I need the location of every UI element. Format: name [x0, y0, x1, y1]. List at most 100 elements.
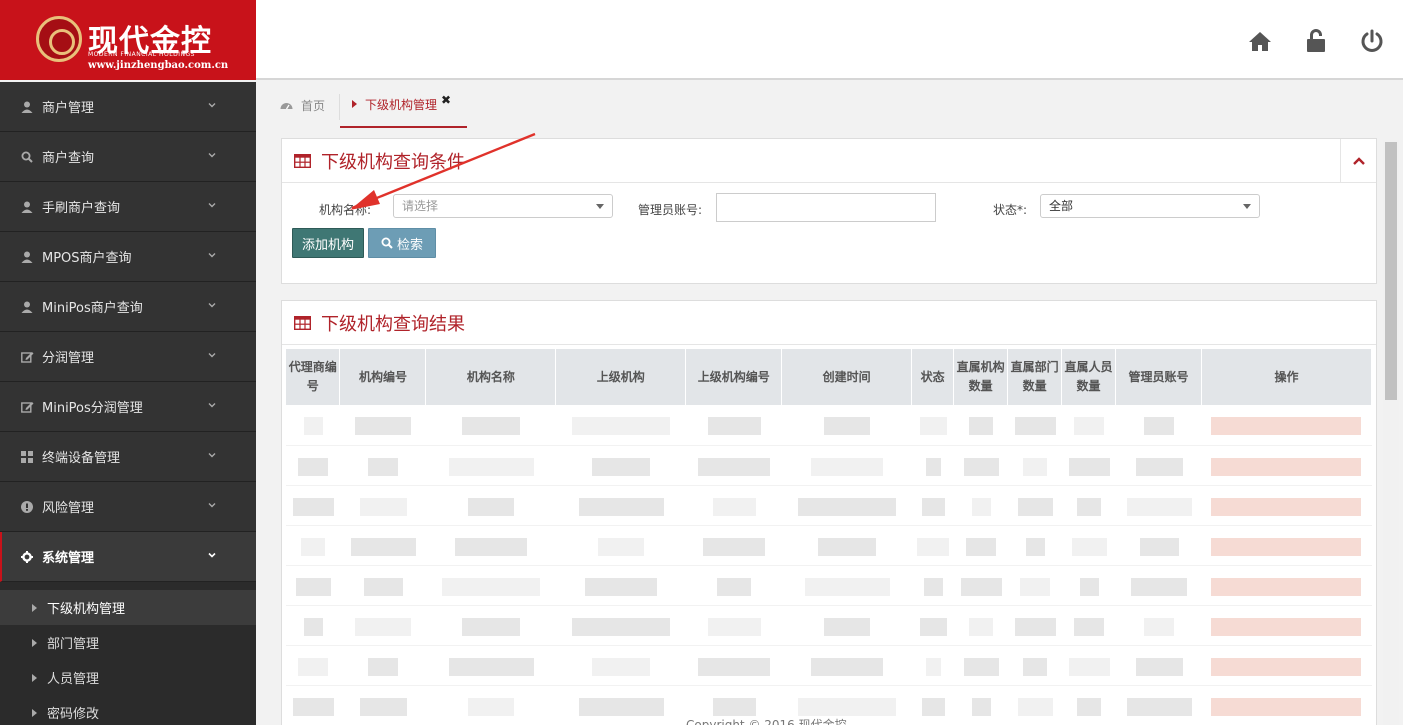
tab-sub-org-mgmt[interactable]: 下级机构管理 ✖	[340, 82, 467, 128]
dropdown-caret-icon	[1243, 204, 1251, 209]
sidebar-item-label: 分润管理	[42, 351, 95, 366]
redacted-block	[350, 537, 416, 556]
column-header[interactable]: 创建时间	[781, 349, 913, 405]
table-row	[286, 525, 1372, 566]
redacted-block	[1143, 617, 1174, 636]
sidebar-item-label: MPOS商户查询	[42, 251, 132, 266]
table-cell	[555, 405, 686, 446]
redacted-block	[968, 417, 993, 435]
table-cell	[339, 405, 426, 446]
table-cell	[339, 605, 426, 646]
sidebar-item-mpos-merchant-query[interactable]: MPOS商户查询	[0, 232, 256, 282]
table-cell	[425, 565, 556, 606]
sidebar-item-terminal-device-mgmt[interactable]: 终端设备管理	[0, 432, 256, 482]
sidebar-item-merchant-mgmt[interactable]: 商户管理	[0, 82, 256, 132]
table-cell	[781, 605, 912, 646]
table-cell	[1115, 565, 1202, 606]
table-cell	[1115, 405, 1202, 446]
chevron-down-icon	[208, 503, 216, 508]
table-row	[286, 405, 1372, 446]
table-cell	[911, 485, 954, 526]
redacted-block	[1126, 697, 1192, 716]
caret-right-icon	[32, 708, 37, 717]
submenu-item-staff-mgmt[interactable]: 人员管理	[0, 660, 256, 695]
sidebar-item-minipos-merchant-query[interactable]: MiniPos商户查询	[0, 282, 256, 332]
chevron-up-icon	[1352, 157, 1365, 165]
chevron-down-icon	[208, 203, 216, 208]
column-header[interactable]: 代理商编号	[286, 349, 341, 405]
table-cell	[425, 685, 556, 725]
table-cell	[685, 405, 782, 446]
status-value: 全部	[1049, 199, 1074, 213]
table-cell	[953, 445, 1008, 486]
vertical-scrollbar[interactable]	[1383, 140, 1399, 725]
column-header[interactable]: 上级机构编号	[685, 349, 783, 405]
table-cell	[685, 605, 782, 646]
add-org-button[interactable]: 添加机构	[292, 228, 364, 258]
redacted-block	[454, 537, 527, 556]
close-icon[interactable]: ✖	[441, 93, 451, 107]
table-cell	[1007, 565, 1062, 606]
sidebar-item-risk-mgmt[interactable]: 风险管理	[0, 482, 256, 532]
table-cell	[555, 685, 686, 725]
column-header[interactable]: 机构编号	[339, 349, 427, 405]
column-header[interactable]: 直属人员数量	[1061, 349, 1117, 405]
column-header[interactable]: 直属部门数量	[1007, 349, 1063, 405]
table-cell	[781, 485, 912, 526]
tab-home[interactable]: 首页	[280, 82, 325, 128]
redacted-block	[354, 417, 411, 435]
submenu-item-dept-mgmt[interactable]: 部门管理	[0, 625, 256, 660]
redacted-block	[578, 497, 664, 516]
power-icon[interactable]	[1357, 26, 1387, 56]
admin-account-input[interactable]	[716, 193, 936, 222]
table-cell	[555, 445, 686, 486]
scrollbar-thumb[interactable]	[1385, 142, 1397, 400]
redacted-block	[597, 537, 644, 556]
redacted-block	[1073, 617, 1104, 636]
table-cell	[1007, 405, 1062, 446]
table-cell	[911, 685, 954, 725]
submenu-item-password-change[interactable]: 密码修改	[0, 695, 256, 725]
column-header[interactable]: 上级机构	[555, 349, 687, 405]
user-icon	[20, 250, 34, 264]
sidebar-item-manual-merchant-query[interactable]: 手刷商户查询	[0, 182, 256, 232]
sidebar-item-merchant-query[interactable]: 商户查询	[0, 132, 256, 182]
table-cell	[953, 485, 1008, 526]
column-header[interactable]: 直属机构数量	[953, 349, 1009, 405]
table-cell	[1115, 645, 1202, 686]
panel-title: 下级机构查询结果	[321, 313, 465, 335]
redacted-block	[1019, 577, 1050, 596]
sidebar-item-system-mgmt[interactable]: 系统管理	[0, 532, 256, 582]
table-cell	[425, 485, 556, 526]
submenu-item-sub-org-mgmt[interactable]: 下级机构管理	[0, 590, 256, 625]
home-icon[interactable]	[1245, 26, 1275, 56]
redacted-block	[301, 537, 325, 556]
table-cell	[286, 685, 340, 725]
redacted-block	[1211, 617, 1362, 636]
table-cell	[1061, 525, 1116, 566]
status-select[interactable]: 全部	[1040, 194, 1260, 218]
search-button[interactable]: 检索	[368, 228, 436, 258]
redacted-block	[1211, 697, 1362, 716]
table-cell	[555, 565, 686, 606]
collapse-button[interactable]	[1340, 139, 1376, 183]
redacted-block	[1135, 457, 1183, 476]
brand-logo[interactable]: 现代金控 MODERN FINANCIAL HOLDINGS www.jinzh…	[0, 0, 256, 80]
column-header[interactable]: 状态	[911, 349, 955, 405]
unlock-icon[interactable]	[1301, 26, 1331, 56]
table-cell	[286, 645, 340, 686]
logo-name-en: MODERN FINANCIAL HOLDINGS	[88, 51, 195, 58]
submenu-item-label: 密码修改	[47, 707, 100, 722]
sidebar-item-profit-mgmt[interactable]: 分润管理	[0, 332, 256, 382]
sidebar-item-minipos-profit-mgmt[interactable]: MiniPos分润管理	[0, 382, 256, 432]
table-cell	[1061, 405, 1116, 446]
column-header[interactable]: 机构名称	[425, 349, 557, 405]
table-cell	[425, 405, 556, 446]
column-header[interactable]: 操作	[1201, 349, 1373, 405]
chevron-down-icon	[208, 253, 216, 258]
column-header[interactable]: 管理员账号	[1115, 349, 1202, 405]
dashboard-icon	[280, 103, 293, 110]
tab-active-label: 下级机构管理	[365, 97, 438, 112]
table-cell	[781, 645, 912, 686]
table-row	[286, 565, 1372, 606]
